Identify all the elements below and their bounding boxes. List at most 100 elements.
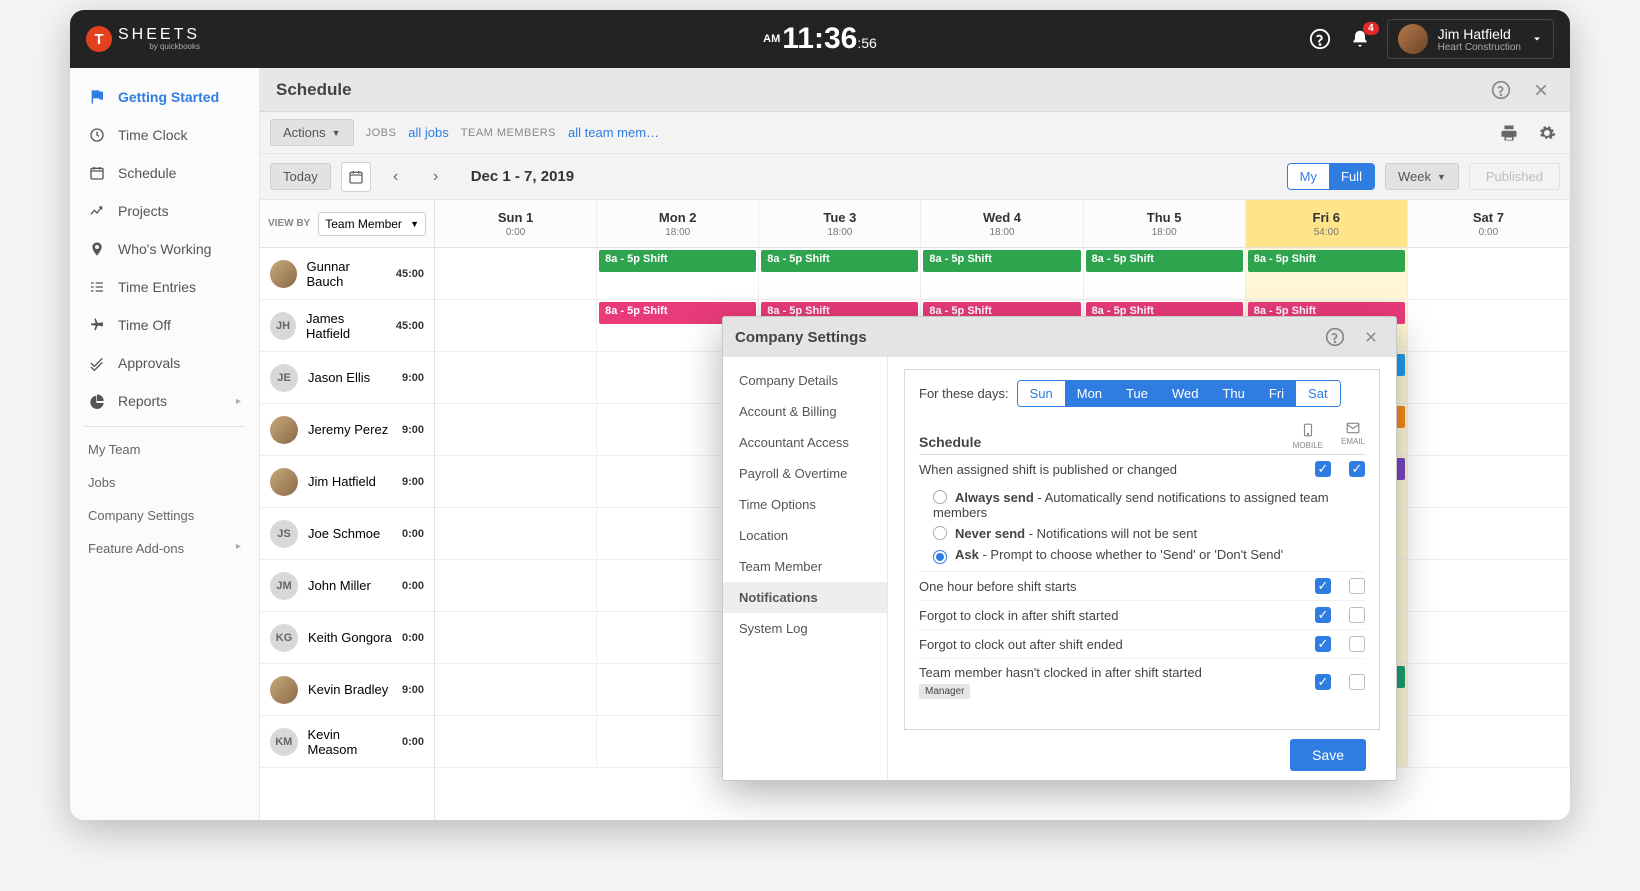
day-cell[interactable] — [435, 664, 597, 715]
today-button[interactable]: Today — [270, 163, 331, 190]
actions-button[interactable]: Actions▼ — [270, 119, 354, 146]
day-cell[interactable] — [435, 716, 597, 767]
day-cell[interactable] — [1408, 456, 1570, 507]
day-cell[interactable] — [435, 404, 597, 455]
view-scope-toggle[interactable]: My Full — [1287, 163, 1375, 190]
day-cell[interactable] — [435, 456, 597, 507]
modal-help-icon[interactable] — [1322, 324, 1348, 350]
nav-getting-started[interactable]: Getting Started — [70, 78, 259, 116]
day-cell[interactable]: 8a - 5p Shift — [597, 248, 759, 299]
mobile-checkbox[interactable]: ✓ — [1315, 607, 1331, 623]
member-row[interactable]: Kevin Bradley9:00 — [260, 664, 434, 716]
member-row[interactable]: Jeremy Perez9:00 — [260, 404, 434, 456]
day-btn-wed[interactable]: Wed — [1160, 381, 1211, 406]
viewby-select[interactable]: Team Member▼ — [318, 212, 426, 236]
day-btn-thu[interactable]: Thu — [1210, 381, 1256, 406]
member-row[interactable]: JEJason Ellis9:00 — [260, 352, 434, 404]
nav-time-off[interactable]: Time Off — [70, 306, 259, 344]
email-checkbox[interactable]: ✓ — [1349, 461, 1365, 477]
nav-time-clock[interactable]: Time Clock — [70, 116, 259, 154]
calendar-icon[interactable] — [341, 162, 371, 192]
modal-tab-payroll-overtime[interactable]: Payroll & Overtime — [723, 458, 887, 489]
nav-projects[interactable]: Projects — [70, 192, 259, 230]
radio-ask[interactable] — [933, 550, 947, 564]
day-cell[interactable] — [435, 508, 597, 559]
day-cell[interactable] — [1408, 612, 1570, 663]
nav-reports[interactable]: Reports▸ — [70, 382, 259, 420]
gear-icon[interactable] — [1534, 120, 1560, 146]
modal-tab-notifications[interactable]: Notifications — [723, 582, 887, 613]
close-icon[interactable] — [1528, 77, 1554, 103]
shift-block[interactable]: 8a - 5p Shift — [923, 250, 1080, 272]
modal-tab-company-details[interactable]: Company Details — [723, 365, 887, 396]
member-row[interactable]: KMKevin Measom0:00 — [260, 716, 434, 768]
day-cell[interactable]: 8a - 5p Shift — [921, 248, 1083, 299]
full-toggle[interactable]: Full — [1329, 164, 1374, 189]
mobile-checkbox[interactable]: ✓ — [1315, 578, 1331, 594]
day-cell[interactable] — [435, 352, 597, 403]
day-cell[interactable] — [1408, 716, 1570, 767]
day-cell[interactable] — [435, 612, 597, 663]
prev-week-button[interactable]: ‹ — [381, 162, 411, 192]
modal-tab-system-log[interactable]: System Log — [723, 613, 887, 644]
day-cell[interactable]: 8a - 5p Shift — [759, 248, 921, 299]
next-week-button[interactable]: › — [421, 162, 451, 192]
my-toggle[interactable]: My — [1288, 164, 1329, 189]
day-cell[interactable] — [1408, 248, 1570, 299]
modal-tab-location[interactable]: Location — [723, 520, 887, 551]
email-checkbox[interactable] — [1349, 674, 1365, 690]
save-button[interactable]: Save — [1290, 739, 1366, 771]
day-btn-fri[interactable]: Fri — [1257, 381, 1296, 406]
radio-always[interactable] — [933, 490, 947, 504]
shift-block[interactable]: 8a - 5p Shift — [1086, 250, 1243, 272]
day-btn-tue[interactable]: Tue — [1114, 381, 1160, 406]
member-row[interactable]: JHJames Hatfield45:00 — [260, 300, 434, 352]
email-checkbox[interactable] — [1349, 578, 1365, 594]
day-cell[interactable] — [1408, 560, 1570, 611]
day-cell[interactable] — [1408, 352, 1570, 403]
shift-block[interactable]: 8a - 5p Shift — [761, 250, 918, 272]
day-cell[interactable]: 8a - 5p Shift — [1084, 248, 1246, 299]
shift-block[interactable]: 8a - 5p Shift — [599, 250, 756, 272]
mobile-checkbox[interactable]: ✓ — [1315, 636, 1331, 652]
modal-tab-accountant-access[interactable]: Accountant Access — [723, 427, 887, 458]
page-help-icon[interactable] — [1488, 77, 1514, 103]
member-row[interactable]: KGKeith Gongora0:00 — [260, 612, 434, 664]
bell-icon[interactable]: 4 — [1347, 26, 1373, 52]
member-row[interactable]: JSJoe Schmoe0:00 — [260, 508, 434, 560]
help-icon[interactable] — [1307, 26, 1333, 52]
nav-sub-jobs[interactable]: Jobs — [70, 466, 259, 499]
day-cell[interactable] — [435, 248, 597, 299]
member-row[interactable]: JMJohn Miller0:00 — [260, 560, 434, 612]
modal-tab-time-options[interactable]: Time Options — [723, 489, 887, 520]
day-btn-sat[interactable]: Sat — [1296, 381, 1340, 406]
modal-close-icon[interactable] — [1358, 324, 1384, 350]
modal-tab-account-billing[interactable]: Account & Billing — [723, 396, 887, 427]
day-btn-sun[interactable]: Sun — [1018, 381, 1065, 406]
day-btn-mon[interactable]: Mon — [1065, 381, 1114, 406]
nav-approvals[interactable]: Approvals — [70, 344, 259, 382]
modal-tab-team-member[interactable]: Team Member — [723, 551, 887, 582]
day-cell[interactable] — [1408, 664, 1570, 715]
radio-never[interactable] — [933, 526, 947, 540]
mobile-checkbox[interactable]: ✓ — [1315, 674, 1331, 690]
day-cell[interactable] — [435, 560, 597, 611]
days-segment[interactable]: SunMonTueWedThuFriSat — [1017, 380, 1341, 407]
nav-sub-feature-add-ons[interactable]: Feature Add-ons▸ — [70, 532, 259, 565]
print-icon[interactable] — [1496, 120, 1522, 146]
mobile-checkbox[interactable]: ✓ — [1315, 461, 1331, 477]
member-row[interactable]: Jim Hatfield9:00 — [260, 456, 434, 508]
day-cell[interactable] — [1408, 300, 1570, 351]
period-select[interactable]: Week▼ — [1385, 163, 1459, 190]
nav-time-entries[interactable]: Time Entries — [70, 268, 259, 306]
nav-schedule[interactable]: Schedule — [70, 154, 259, 192]
nav-who-s-working[interactable]: Who's Working — [70, 230, 259, 268]
email-checkbox[interactable] — [1349, 636, 1365, 652]
shift-block[interactable]: 8a - 5p Shift — [1248, 250, 1405, 272]
day-cell[interactable] — [1408, 508, 1570, 559]
nav-sub-my-team[interactable]: My Team — [70, 433, 259, 466]
day-cell[interactable]: 8a - 5p Shift — [1246, 248, 1408, 299]
member-row[interactable]: Gunnar Bauch45:00 — [260, 248, 434, 300]
day-cell[interactable] — [435, 300, 597, 351]
jobs-filter[interactable]: all jobs — [408, 125, 448, 140]
